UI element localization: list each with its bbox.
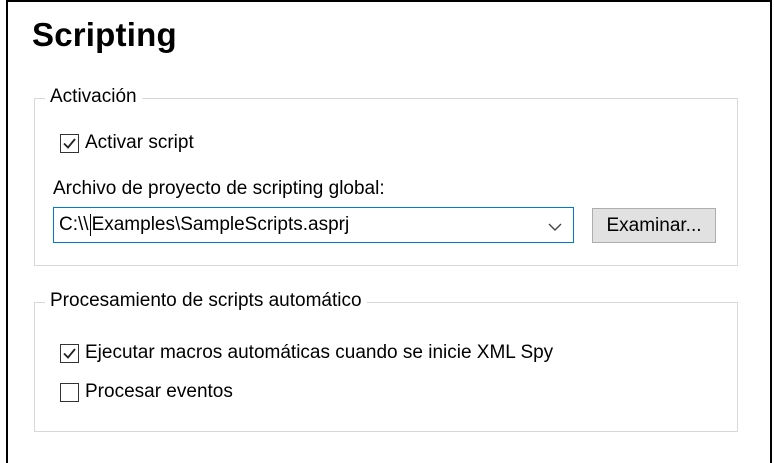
chevron-down-icon[interactable]: [547, 218, 563, 240]
project-file-value-start: C:\\: [59, 214, 89, 235]
run-macros-checkbox[interactable]: [60, 343, 79, 363]
auto-processing-group: Procesamiento de scripts automático: [34, 290, 738, 432]
activation-group-legend: Activación: [45, 86, 142, 108]
checkmark-icon: [63, 137, 76, 149]
auto-processing-group-legend: Procesamiento de scripts automático: [45, 290, 367, 312]
project-file-value-end: Examples\SampleScripts.asprj: [91, 214, 350, 235]
process-events-checkbox[interactable]: [60, 382, 79, 402]
enable-scripting-checkbox[interactable]: [60, 133, 79, 153]
browse-button[interactable]: Examinar...: [592, 208, 716, 243]
process-events-checkbox-row[interactable]: Procesar eventos: [60, 381, 233, 403]
checkmark-icon: [63, 347, 76, 359]
run-macros-label: Ejecutar macros automáticas cuando se in…: [85, 342, 554, 363]
project-file-combobox[interactable]: C:\\ Examples\SampleScripts.asprj: [53, 207, 574, 243]
options-panel: Scripting Activación Activar script Arch…: [6, 0, 772, 463]
project-file-label: Archivo de proyecto de scripting global:: [53, 178, 385, 199]
enable-scripting-label: Activar script: [85, 132, 194, 153]
run-macros-checkbox-row[interactable]: Ejecutar macros automáticas cuando se in…: [60, 342, 553, 364]
enable-scripting-checkbox-row[interactable]: Activar script: [60, 132, 194, 154]
text-caret: [89, 214, 91, 236]
page-title: Scripting: [32, 16, 177, 53]
process-events-label: Procesar eventos: [85, 381, 233, 402]
